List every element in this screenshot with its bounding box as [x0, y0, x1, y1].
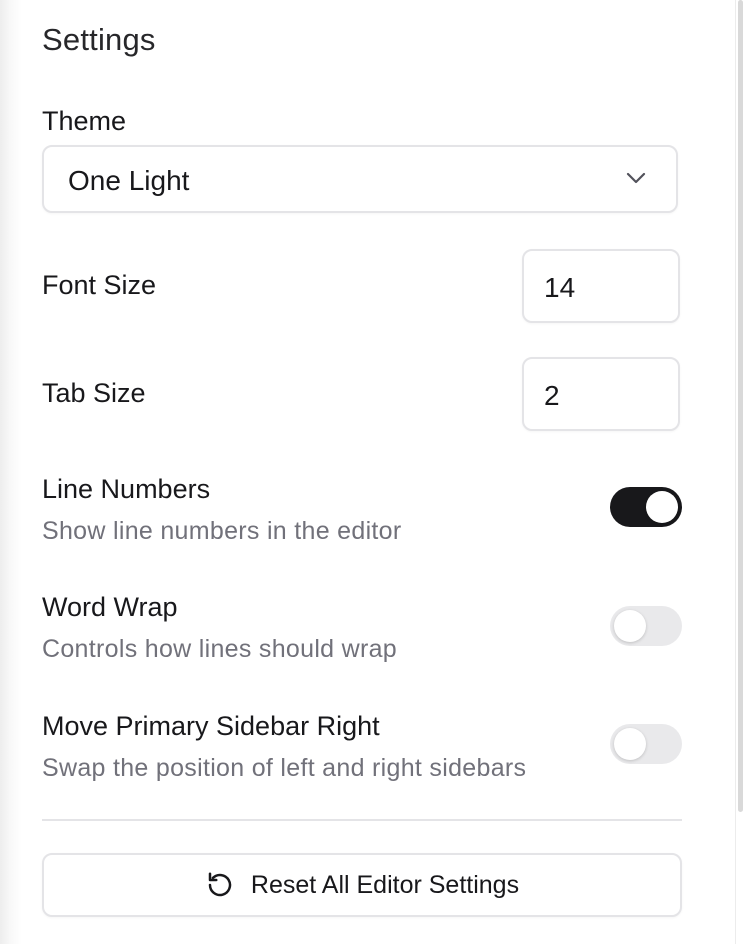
move-sidebar-right-title: Move Primary Sidebar Right — [42, 711, 380, 741]
tab-size-label: Tab Size — [42, 378, 146, 408]
theme-selected-value: One Light — [68, 165, 190, 196]
line-numbers-title: Line Numbers — [42, 474, 211, 504]
reset-button-label: Reset All Editor Settings — [250, 870, 520, 899]
font-size-label: Font Size — [42, 270, 157, 300]
toggle-knob — [614, 728, 646, 760]
theme-select[interactable]: One Light — [42, 145, 678, 213]
toggle-knob — [614, 610, 646, 642]
divider — [42, 819, 682, 821]
toggle-knob — [646, 491, 678, 523]
tab-size-input[interactable]: 2 — [522, 357, 680, 431]
font-size-value: 14 — [544, 272, 576, 303]
tab-size-value: 2 — [544, 380, 560, 411]
theme-label: Theme — [42, 106, 127, 136]
line-numbers-toggle[interactable] — [610, 487, 682, 527]
rotate-ccw-icon — [208, 872, 232, 897]
page-title: Settings — [42, 22, 156, 57]
settings-panel: Settings Theme One Light Font Size 14 Ta… — [0, 0, 744, 944]
line-numbers-description: Show line numbers in the editor — [42, 517, 402, 545]
word-wrap-title: Word Wrap — [42, 592, 178, 622]
chevron-down-icon — [626, 172, 646, 184]
reset-all-settings-button[interactable]: Reset All Editor Settings — [42, 853, 682, 917]
word-wrap-description: Controls how lines should wrap — [42, 635, 398, 663]
move-sidebar-right-toggle[interactable] — [610, 724, 682, 764]
scrollbar-thumb[interactable] — [738, 0, 743, 812]
scrollbar[interactable] — [735, 0, 744, 944]
word-wrap-toggle[interactable] — [610, 606, 682, 646]
font-size-input[interactable]: 14 — [522, 249, 680, 323]
move-sidebar-right-description: Swap the position of left and right side… — [42, 754, 527, 782]
